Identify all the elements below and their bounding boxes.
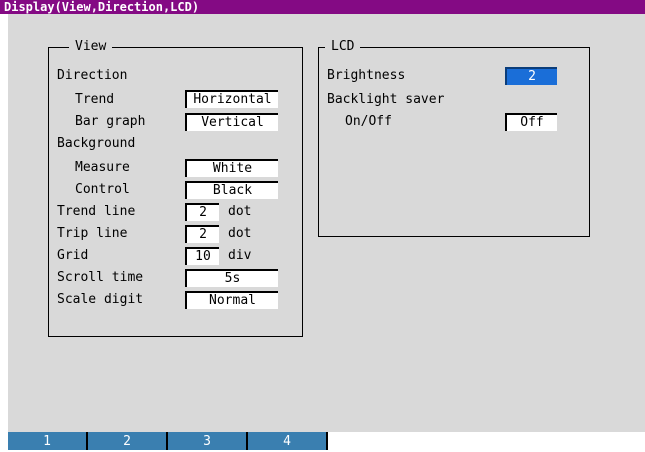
- view-group-title: View: [69, 39, 113, 55]
- trendline-unit: dot: [228, 204, 252, 219]
- lcd-group-title: LCD: [325, 39, 361, 55]
- control-label: Control: [75, 182, 130, 197]
- grid-field[interactable]: 10: [185, 247, 219, 265]
- grid-label: Grid: [57, 248, 89, 263]
- brightness-field[interactable]: 2: [505, 67, 557, 85]
- onoff-label: On/Off: [345, 114, 392, 129]
- trend-direction-field[interactable]: Horizontal: [185, 90, 278, 108]
- window-title: Display(View,Direction,LCD): [0, 0, 645, 14]
- background-label: Background: [57, 136, 136, 151]
- grid-unit: div: [228, 248, 252, 263]
- softkey-3[interactable]: 3: [168, 432, 248, 450]
- tripline-field[interactable]: 2: [185, 225, 219, 243]
- tripline-label: Trip line: [57, 226, 128, 241]
- backlight-onoff-field[interactable]: Off: [505, 113, 557, 131]
- tripline-unit: dot: [228, 226, 252, 241]
- backlight-label: Backlight saver: [327, 92, 445, 107]
- scrolltime-field[interactable]: 5s: [185, 269, 278, 287]
- scaledigit-field[interactable]: Normal: [185, 291, 278, 309]
- scaledigit-label: Scale digit: [57, 292, 144, 307]
- brightness-label: Brightness: [327, 68, 406, 83]
- scrolltime-label: Scroll time: [57, 270, 144, 285]
- trendline-label: Trend line: [57, 204, 136, 219]
- control-background-field[interactable]: Black: [185, 181, 278, 199]
- bargraph-direction-field[interactable]: Vertical: [185, 113, 278, 131]
- measure-label: Measure: [75, 160, 130, 175]
- softkey-bar: 1 2 3 4: [8, 432, 645, 450]
- bargraph-label: Bar graph: [75, 114, 146, 129]
- trend-label: Trend: [75, 92, 115, 107]
- trendline-field[interactable]: 2: [185, 203, 219, 221]
- direction-label: Direction: [57, 68, 128, 83]
- measure-background-field[interactable]: White: [185, 159, 278, 177]
- softkey-4[interactable]: 4: [248, 432, 328, 450]
- settings-screen: View Direction Trend Horizontal Bar grap…: [8, 14, 645, 432]
- softkey-1[interactable]: 1: [8, 432, 88, 450]
- softkey-2[interactable]: 2: [88, 432, 168, 450]
